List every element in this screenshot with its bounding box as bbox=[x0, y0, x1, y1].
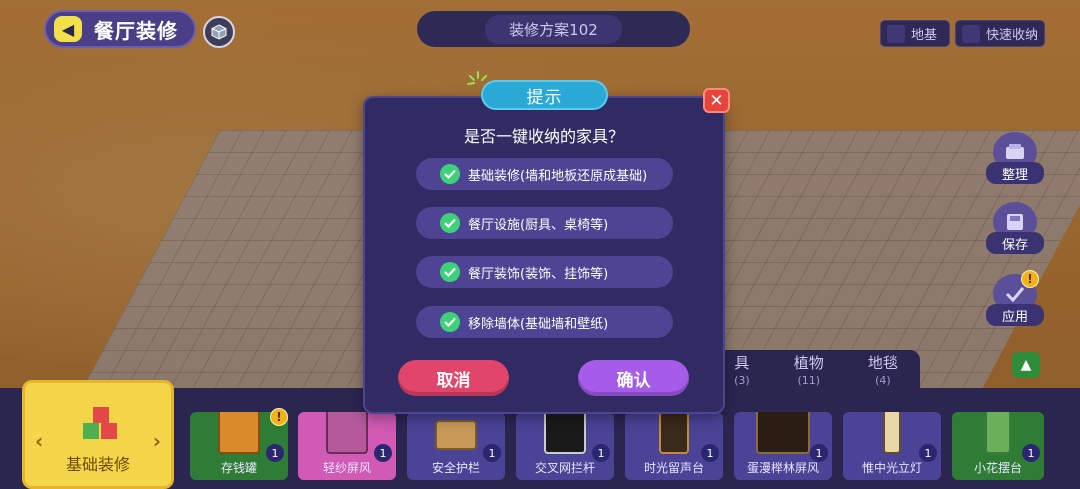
blocks-icon bbox=[83, 407, 117, 439]
tab-label: 具 bbox=[734, 354, 750, 372]
foundation-button[interactable]: 地基 bbox=[880, 20, 950, 47]
plan-name-bar[interactable]: 装修方案102 bbox=[417, 11, 690, 47]
item-card[interactable]: 1 轻纱屏风 bbox=[298, 412, 396, 480]
gramophone-icon bbox=[659, 412, 689, 454]
quick-store-icon bbox=[962, 24, 980, 43]
folding-screen-icon bbox=[756, 412, 810, 454]
item-name: 轻纱屏风 bbox=[322, 461, 371, 475]
item-warning-badge: ! bbox=[270, 408, 288, 426]
option-label: 移除墙体(基础墙和壁纸) bbox=[468, 316, 609, 332]
save-button[interactable]: 保存 bbox=[986, 202, 1044, 258]
tab-label: 地毯 bbox=[867, 354, 898, 372]
save-label: 保存 bbox=[986, 232, 1044, 254]
cube-icon[interactable] bbox=[203, 16, 235, 48]
item-name: 交叉网拦杆 bbox=[534, 461, 595, 475]
dialog-question: 是否一键收纳的家具？ bbox=[463, 127, 624, 146]
item-card[interactable]: 1 惟中光立灯 bbox=[843, 412, 941, 480]
check-icon[interactable] bbox=[440, 312, 460, 332]
tab-furniture[interactable]: 具 (3) bbox=[734, 354, 750, 390]
item-card[interactable]: 1 交叉网拦杆 bbox=[516, 412, 614, 480]
item-name: 蛋漫榉林屏风 bbox=[746, 461, 819, 475]
tab-label: 植物 bbox=[793, 354, 824, 372]
option-remove-walls[interactable]: 移除墙体(基础墙和壁纸) bbox=[416, 306, 673, 338]
back-arrow-icon[interactable]: ◀ bbox=[54, 16, 82, 42]
option-label: 基础装修(墙和地板还原成基础) bbox=[468, 168, 648, 184]
close-icon[interactable]: ✕ bbox=[703, 88, 730, 113]
option-label: 餐厅装饰(装饰、挂饰等) bbox=[468, 266, 609, 282]
item-name: 小花摆台 bbox=[973, 461, 1022, 475]
dialog-title: 提示 bbox=[481, 80, 608, 110]
check-icon[interactable] bbox=[440, 164, 460, 184]
organize-label: 整理 bbox=[986, 162, 1044, 184]
title-bar: ◀ 餐厅装修 bbox=[44, 10, 196, 48]
foundation-label: 地基 bbox=[911, 28, 938, 43]
quick-store-button[interactable]: 快速收纳 bbox=[955, 20, 1045, 47]
railing-icon bbox=[435, 420, 477, 450]
category-tabs: 具 (3) 植物 (11) 地毯 (4) bbox=[712, 350, 920, 390]
chevron-left-icon[interactable]: ‹ bbox=[35, 429, 43, 453]
current-category-label: 基础装修 bbox=[65, 455, 130, 474]
check-icon[interactable] bbox=[440, 262, 460, 282]
item-name: 安全护栏 bbox=[431, 461, 480, 475]
organize-button[interactable]: 整理 bbox=[986, 132, 1044, 188]
quick-store-label: 快速收纳 bbox=[986, 28, 1039, 43]
foundation-icon bbox=[887, 24, 905, 43]
option-restaurant-decor[interactable]: 餐厅装饰(装饰、挂饰等) bbox=[416, 256, 673, 288]
chevron-up-icon[interactable]: ▲ bbox=[1012, 352, 1040, 378]
option-label: 餐厅设施(厨具、桌椅等) bbox=[468, 217, 609, 233]
current-category[interactable]: ‹ › 基础装修 bbox=[22, 380, 174, 489]
item-card[interactable]: 1 安全护栏 bbox=[407, 412, 505, 480]
apply-warning-badge: ! bbox=[1021, 270, 1039, 288]
tab-plants[interactable]: 植物 (11) bbox=[794, 354, 824, 390]
item-card[interactable]: 1 小花摆台 bbox=[952, 412, 1044, 480]
apply-label: 应用 bbox=[986, 304, 1044, 326]
cancel-button[interactable]: 取消 bbox=[398, 360, 509, 396]
item-card[interactable]: 1 蛋漫榉林屏风 bbox=[734, 412, 832, 480]
confirm-button[interactable]: 确认 bbox=[578, 360, 689, 396]
lattice-railing-icon bbox=[544, 412, 586, 454]
check-icon[interactable] bbox=[440, 213, 460, 233]
floor-lamp-icon bbox=[883, 412, 901, 454]
screen-icon bbox=[326, 412, 368, 454]
plan-name: 装修方案102 bbox=[485, 14, 622, 44]
item-name: 存钱罐 bbox=[220, 461, 257, 475]
piggy-bank-icon bbox=[218, 412, 260, 454]
option-basic-decoration[interactable]: 基础装修(墙和地板还原成基础) bbox=[416, 158, 673, 190]
item-name: 惟中光立灯 bbox=[861, 461, 922, 475]
item-card[interactable]: 1 时光留声台 bbox=[625, 412, 723, 480]
item-name: 时光留声台 bbox=[643, 461, 704, 475]
option-restaurant-facilities[interactable]: 餐厅设施(厨具、桌椅等) bbox=[416, 207, 673, 239]
chevron-right-icon[interactable]: › bbox=[153, 429, 161, 453]
flower-stand-icon bbox=[985, 412, 1011, 454]
page-title: 餐厅装修 bbox=[94, 18, 178, 43]
tab-carpets[interactable]: 地毯 (4) bbox=[868, 354, 898, 390]
